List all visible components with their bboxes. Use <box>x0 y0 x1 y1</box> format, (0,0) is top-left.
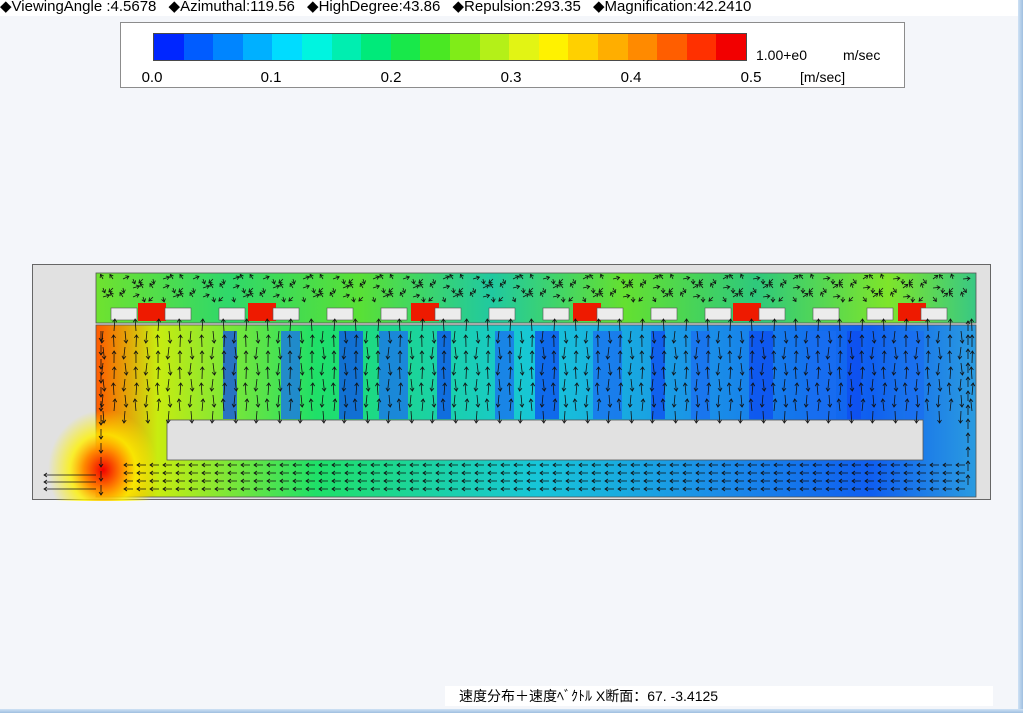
blue-streak <box>535 331 559 419</box>
nozzle-block <box>596 307 624 321</box>
color-scale-bar <box>153 33 747 61</box>
legend-tick: 0.5 <box>740 69 762 86</box>
nozzle-block <box>542 307 570 321</box>
velocity-field-plot[interactable] <box>32 264 991 501</box>
legend-tick: 0.3 <box>500 69 522 86</box>
blue-streak <box>379 331 408 419</box>
legend-tick: 0.1 <box>260 69 282 86</box>
magnification-readout: ◆Magnification:42.2410 <box>592 0 752 15</box>
color-scale-swatch <box>420 34 450 60</box>
internal-block <box>166 419 924 461</box>
nozzle-block <box>218 307 246 321</box>
legend-tick: 0.2 <box>380 69 402 86</box>
nozzle-block <box>758 307 786 321</box>
color-scale-swatch <box>568 34 598 60</box>
scale-exponent: 1.00+e0 <box>756 47 807 63</box>
nozzle-block <box>488 307 516 321</box>
nozzle-block <box>812 307 840 321</box>
nozzle-block <box>434 307 462 321</box>
color-scale-swatch <box>686 34 717 60</box>
blue-streak <box>593 331 622 419</box>
color-scale-swatch <box>449 34 480 60</box>
blue-streak <box>339 331 363 419</box>
upper-hotspot <box>248 303 276 321</box>
repulsion-readout: ◆Repulsion:293.35 <box>452 0 581 15</box>
color-scale-swatch <box>242 34 273 60</box>
color-scale-swatch <box>390 34 421 60</box>
nozzle-block <box>704 307 732 321</box>
nozzle-block <box>380 307 408 321</box>
upper-hotspot <box>733 303 761 321</box>
color-scale-swatch <box>154 34 184 60</box>
color-scale-swatch <box>272 34 302 60</box>
nozzle-block <box>326 307 354 321</box>
legend-tick: 0.0 <box>141 69 163 86</box>
color-scale-swatch <box>509 34 539 60</box>
blue-streak <box>905 331 924 419</box>
color-scale-swatch <box>331 34 362 60</box>
high-degree-readout: ◆HighDegree:43.86 <box>307 0 441 15</box>
axis-unit: [m/sec] <box>800 69 846 85</box>
color-scale-swatch <box>538 34 569 60</box>
azimuthal-readout: ◆Azimuthal:119.56 <box>168 0 295 15</box>
upper-hotspot <box>138 303 166 321</box>
window-frame-right <box>1018 0 1023 713</box>
nozzle-block <box>110 307 138 321</box>
color-scale-swatch <box>597 34 628 60</box>
nozzle-block <box>866 307 894 321</box>
velocity-legend: 0.0 0.1 0.2 0.3 0.4 0.5 1.00+e0 m/sec [m… <box>120 22 905 88</box>
color-scale-swatch <box>301 34 332 60</box>
color-scale-swatch <box>716 34 746 60</box>
color-scale-swatch <box>213 34 243 60</box>
window-frame-bottom <box>0 709 1023 713</box>
viewing-angle-readout: ◆ViewingAngle :4.5678 <box>0 0 157 15</box>
nozzle-block <box>920 307 948 321</box>
view-parameters-bar: ◆ViewingAngle :4.5678 ◆Azimuthal:119.56 … <box>0 0 1018 16</box>
color-scale-swatch <box>657 34 687 60</box>
nozzle-block <box>272 307 300 321</box>
color-scale-swatch <box>183 34 214 60</box>
color-scale-swatch <box>479 34 510 60</box>
legend-tick: 0.4 <box>620 69 642 86</box>
section-caption: 速度分布＋速度ﾍﾞｸﾄﾙ X断面：67. -3.4125 <box>445 686 993 706</box>
nozzle-block <box>650 307 678 321</box>
color-scale-swatch <box>627 34 658 60</box>
blue-streak <box>807 331 836 419</box>
velocity-vector-field <box>43 272 977 501</box>
nozzle-block <box>164 307 192 321</box>
scale-unit: m/sec <box>843 47 881 63</box>
color-scale-swatch <box>361 34 391 60</box>
